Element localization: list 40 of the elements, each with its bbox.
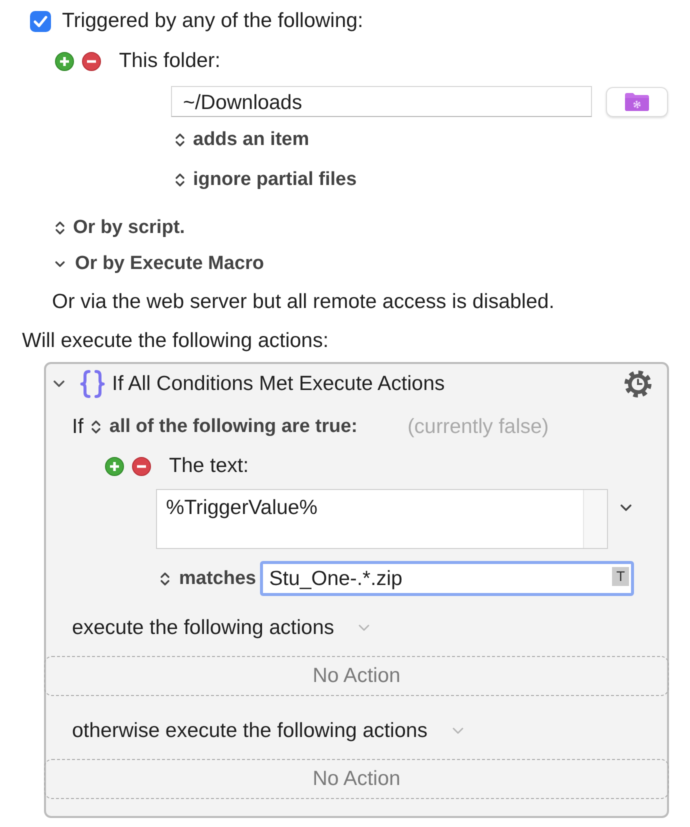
folder-path-field[interactable]: ~/Downloads [171, 86, 592, 117]
token-button[interactable]: T [612, 567, 630, 586]
chevron-updown-icon [175, 172, 185, 188]
condition-label: The text: [169, 454, 249, 478]
event-popup[interactable]: adds an item [175, 128, 310, 152]
checkbox[interactable] [30, 10, 51, 32]
action-drop-zone[interactable]: No Action [44, 759, 669, 799]
disclosure-button[interactable]: Or by Execute Macro [55, 252, 264, 276]
chevron-updown-icon [160, 570, 170, 586]
operator-popup[interactable]: matches [160, 566, 256, 590]
branch-label: execute the following actions [72, 616, 334, 640]
folder-icon [624, 92, 650, 112]
chevron-updown-icon [91, 419, 102, 435]
condition-status: (currently false) [407, 415, 549, 439]
chevron-updown-icon [175, 132, 185, 148]
chevron-down-icon[interactable] [53, 380, 65, 388]
option-popup[interactable]: ignore partial files [175, 168, 357, 192]
web-server-note: Or via the web server but all remote access is disabled. [52, 290, 554, 314]
condition-mode-popup[interactable]: all of the following are true: [91, 415, 358, 439]
gear-icon[interactable] [624, 370, 652, 398]
chevron-down-icon [55, 260, 65, 268]
chevron-updown-icon [55, 220, 65, 236]
pattern-value: Stu_One-.*.zip [269, 566, 404, 592]
folder-label: This folder: [119, 49, 220, 73]
if-label: If [72, 415, 84, 439]
braces-icon [80, 369, 105, 399]
action-drop-zone[interactable]: No Action [44, 656, 669, 696]
plus-icon[interactable] [105, 456, 124, 476]
trigger-label: Triggered by any of the following: [62, 9, 364, 33]
minus-icon[interactable] [82, 52, 101, 70]
action-title: If All Conditions Met Execute Actions [112, 372, 445, 396]
text-field[interactable]: %TriggerValue% [156, 489, 608, 549]
minus-icon[interactable] [132, 456, 151, 476]
plus-icon[interactable] [55, 52, 74, 70]
pattern-field[interactable]: Stu_One-.*.zip T [260, 561, 634, 596]
choose-folder-button[interactable] [606, 86, 668, 116]
chevron-down-icon[interactable] [620, 504, 632, 512]
actions-heading: Will execute the following actions: [22, 329, 329, 353]
trigger-popup[interactable]: Or by script. [55, 216, 185, 240]
branch-label: otherwise execute the following actions [72, 719, 428, 743]
